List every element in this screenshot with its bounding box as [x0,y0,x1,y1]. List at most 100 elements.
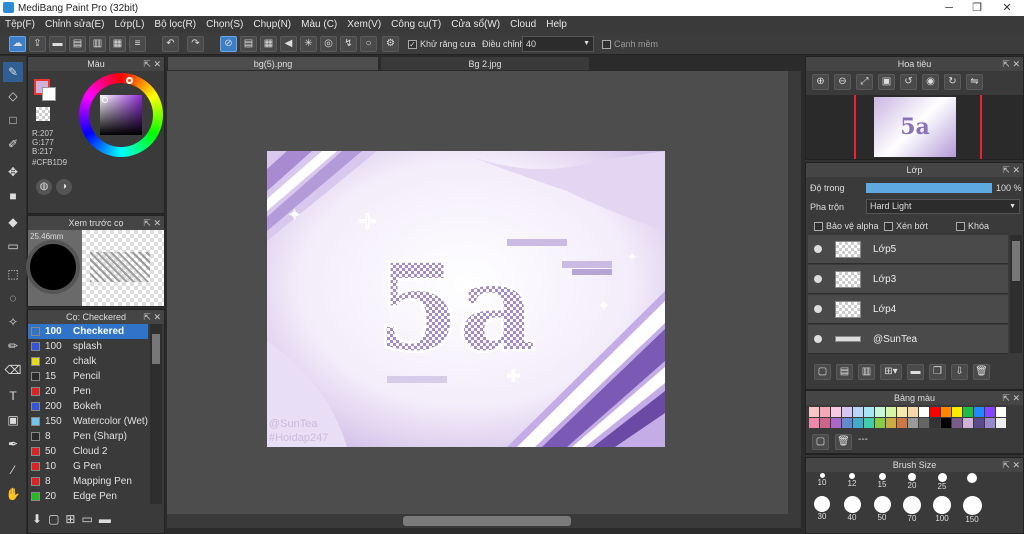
delete-palette-icon[interactable]: 🗑 [835,434,852,450]
eraser-tool-icon[interactable]: ◇ [3,86,23,106]
palette-swatch[interactable] [897,407,907,417]
palette-swatch[interactable] [875,407,885,417]
menu-cloud[interactable]: Cloud [505,19,541,30]
layer-row[interactable]: Lớp3 [808,265,1008,294]
brush-list-scrollbar[interactable] [150,324,162,504]
antialias-option[interactable]: ✓ Khử răng cưa [408,39,476,50]
soft-edge-option[interactable]: Cạnh mềm [602,39,658,50]
soft-edge-checkbox[interactable] [602,40,611,50]
magic-wand-icon[interactable]: ✧ [3,312,23,332]
clipping-option[interactable]: Xén bớt [884,221,928,232]
brush-item[interactable]: 50 Cloud 2 [28,444,148,459]
palette-swatch[interactable] [897,418,907,428]
brush-size-option[interactable]: 50 [868,496,896,522]
delete-layer-icon[interactable]: 🗑 [973,364,990,380]
brush-tool-icon[interactable]: ✎ [3,62,23,82]
hand-tool-icon[interactable]: ✋ [3,484,23,504]
protect-alpha-option[interactable]: Bảo vệ alpha [814,221,879,232]
brush-item[interactable]: 8 Mapping Pen [28,474,148,489]
palette-swatch[interactable] [996,418,1006,428]
palette-swatch[interactable] [908,407,918,417]
layer-row[interactable]: Lớp5 [808,235,1008,264]
layer-scrollbar[interactable] [1010,235,1022,353]
page-icon[interactable]: ▥ [89,36,106,52]
panel-close-icon[interactable]: ⇱ ✕ [143,57,161,71]
brush-size-option[interactable]: 15 [868,473,896,489]
new-palette-icon[interactable]: ▢ [812,434,829,450]
pen-tool-icon[interactable]: ✐ [3,134,23,154]
palette-swatch[interactable] [864,407,874,417]
lock-checkbox[interactable] [956,222,965,232]
brush-size-option[interactable] [958,473,986,483]
menu-window[interactable]: Cửa sổ(W) [446,19,505,30]
eye-icon[interactable] [814,245,822,253]
brush-item[interactable]: 100 Checkered [28,324,148,339]
brush-item[interactable]: 150 Watercolor (Wet) [28,414,148,429]
brush-size-option[interactable]: 70 [898,496,926,523]
duplicate-layer-icon[interactable]: ❐ [929,364,946,380]
add-brush-icon[interactable]: ⊞ [65,512,75,528]
layer-row[interactable]: Lớp4 [808,295,1008,324]
palette-swatch[interactable] [996,407,1006,417]
add-layer-menu-icon[interactable]: ⊞▾ [880,364,902,380]
palette-swatch[interactable] [941,407,951,417]
hue-cursor[interactable] [126,77,133,84]
move-tool-icon[interactable]: ✥ [3,162,23,182]
brush-size-option[interactable]: 12 [838,473,866,488]
palette-swatch[interactable] [864,418,874,428]
actual-size-icon[interactable]: ▣ [878,74,895,90]
menu-layer[interactable]: Lớp(L) [110,19,150,30]
navigator-preview[interactable]: 5a [806,95,1023,159]
blend-mode-select[interactable]: Hard Light ▼ [866,199,1020,214]
brush-item[interactable]: 15 Pencil [28,369,148,384]
brush-size-option[interactable]: 40 [838,496,866,522]
brush-item[interactable]: 10 G Pen [28,459,148,474]
lasso-tool-icon[interactable]: ◌ [3,288,23,308]
brush-item[interactable]: 20 Edge Pen [28,489,148,504]
concentric-snap-icon[interactable]: ◎ [320,36,337,52]
eye-icon[interactable] [814,275,822,283]
close-icon[interactable]: ✕ [992,0,1022,16]
cloud-icon[interactable]: ☁ [9,36,26,52]
palette-swatch[interactable] [831,418,841,428]
panel-close-icon[interactable]: ⇱ ✕ [1002,163,1020,177]
panel-close-icon[interactable]: ⇱ ✕ [1002,458,1020,472]
brush-size-option[interactable]: 25 [928,473,956,491]
palette-swatch[interactable] [974,418,984,428]
palette-swatch[interactable] [974,407,984,417]
shape-tool-icon[interactable]: ■ [3,186,23,206]
select-eraser-icon[interactable]: ⌫ [3,360,23,380]
perspective-snap-icon[interactable]: ◀ [280,36,297,52]
minimize-icon[interactable]: ─ [934,0,964,16]
rotate-left-icon[interactable]: ↺ [900,74,917,90]
select-rect-icon[interactable]: ⬚ [3,264,23,284]
folder-icon[interactable]: ▬ [99,512,111,528]
palette-swatch[interactable] [820,418,830,428]
new-halftone-layer-icon[interactable]: ▤ [836,364,853,380]
cloud-download-icon[interactable]: ⬇ [32,512,42,528]
eyedropper-icon[interactable]: ✒ [3,434,23,454]
menu-tools[interactable]: Công cụ(T) [386,19,446,30]
palette-swatch[interactable] [963,407,973,417]
palette-swatch[interactable] [853,418,863,428]
menu-snap[interactable]: Chụp(N) [248,19,296,30]
transparent-color-icon[interactable] [36,107,50,121]
select-pen-icon[interactable]: ✏ [3,336,23,356]
layer-row[interactable]: @SunTea [808,325,1008,354]
adjust-select[interactable]: 40 ▼ [522,36,594,52]
palette-swatch[interactable] [809,418,819,428]
palette-swatch[interactable] [963,418,973,428]
parallel-snap-icon[interactable]: ▤ [240,36,257,52]
palette-swatch[interactable] [886,418,896,428]
redo-icon[interactable]: ↷ [187,36,204,52]
eyedropper-2-icon[interactable]: ⁄ [3,460,23,480]
brush-size-option[interactable]: 30 [808,496,836,521]
palette-swatch[interactable] [985,418,995,428]
panel-close-icon[interactable]: ⇱ ✕ [143,310,161,324]
background-color-swatch[interactable] [42,87,56,101]
settings-gear-icon[interactable]: ⚙ [382,36,399,52]
palette-swatch[interactable] [853,407,863,417]
tab-bg5[interactable]: bg(5).png [167,56,379,71]
artwork-canvas[interactable]: 5a + + ✦ ✦ ✦ @SunTea #Hoidap247 [267,151,665,447]
new-brush-icon[interactable]: ▢ [48,512,59,528]
